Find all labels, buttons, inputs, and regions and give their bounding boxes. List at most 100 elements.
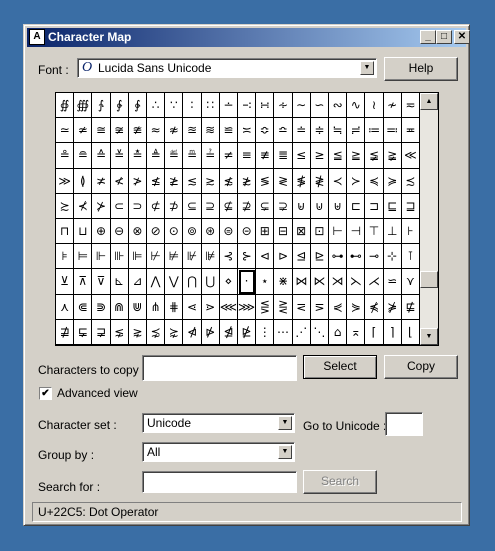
character-cell[interactable]: ⊻ <box>56 269 75 295</box>
character-cell[interactable]: ⊏ <box>347 193 366 219</box>
character-cell[interactable]: ≆ <box>110 118 129 144</box>
character-cell[interactable]: ⋛ <box>274 294 293 320</box>
character-cell[interactable]: ≱ <box>165 168 184 194</box>
character-cell[interactable]: ⋐ <box>74 294 93 320</box>
character-cell[interactable]: ⋝ <box>310 294 329 320</box>
character-cell[interactable]: ⋘ <box>219 294 238 320</box>
chevron-down-icon[interactable]: ▼ <box>360 61 374 75</box>
character-cell[interactable]: ≡ <box>238 143 257 169</box>
character-cell[interactable]: ≾ <box>401 168 420 194</box>
character-cell[interactable]: ∴ <box>147 93 166 119</box>
character-cell[interactable]: ⊽ <box>92 269 111 295</box>
character-cell[interactable]: ⊧ <box>56 244 75 270</box>
character-cell[interactable]: ≘ <box>74 143 93 169</box>
character-cell[interactable]: ⋋ <box>347 269 366 295</box>
character-cell[interactable]: ∳ <box>128 93 147 119</box>
character-cell[interactable]: ⌈ <box>365 319 384 345</box>
character-cell[interactable]: ≧ <box>347 143 366 169</box>
character-cell[interactable]: ⋫ <box>201 319 220 345</box>
character-cell[interactable]: ⌊ <box>401 319 420 345</box>
character-cell[interactable]: ⊃ <box>128 193 147 219</box>
character-cell[interactable]: ⊓ <box>56 219 75 245</box>
character-cell[interactable]: ≅ <box>92 118 111 144</box>
character-cell[interactable]: ≐ <box>292 118 311 144</box>
character-cell[interactable]: ⌅ <box>347 319 366 345</box>
character-cell[interactable]: ≬ <box>74 168 93 194</box>
character-cell[interactable]: ⊉ <box>238 193 257 219</box>
character-cell[interactable]: ⋜ <box>292 294 311 320</box>
character-cell[interactable]: ⊺ <box>401 244 420 270</box>
character-cell[interactable]: ≼ <box>365 168 384 194</box>
character-cell[interactable]: ⊕ <box>92 219 111 245</box>
character-cell[interactable]: ∼ <box>292 93 311 119</box>
character-cell[interactable]: ∯ <box>56 93 75 119</box>
search-input[interactable] <box>142 471 297 493</box>
character-cell[interactable]: ⊤ <box>365 219 384 245</box>
character-cell[interactable]: ⋥ <box>92 319 111 345</box>
character-cell[interactable]: ⊫ <box>128 244 147 270</box>
character-cell[interactable]: ⊯ <box>201 244 220 270</box>
character-cell[interactable]: ⊰ <box>219 244 238 270</box>
character-cell[interactable]: ⊚ <box>183 219 202 245</box>
character-cell[interactable]: ⋀ <box>147 269 166 295</box>
character-cell[interactable]: ⊌ <box>292 193 311 219</box>
character-cell[interactable]: ⊅ <box>165 193 184 219</box>
character-cell[interactable]: ⋙ <box>238 294 257 320</box>
character-cell[interactable]: ⊂ <box>110 193 129 219</box>
character-cell[interactable]: ≓ <box>347 118 366 144</box>
character-cell[interactable]: ⌂ <box>329 319 348 345</box>
character-cell[interactable]: ≔ <box>365 118 384 144</box>
character-cell[interactable]: ⊀ <box>74 193 93 219</box>
character-cell[interactable]: ⋌ <box>365 269 384 295</box>
group-by-dropdown[interactable]: All ▼ <box>142 442 295 462</box>
character-cell[interactable]: ⋩ <box>165 319 184 345</box>
close-button[interactable]: ✕ <box>454 30 470 44</box>
character-cell[interactable]: ⊔ <box>74 219 93 245</box>
character-cell[interactable]: ⋨ <box>147 319 166 345</box>
character-cell[interactable]: ≁ <box>383 93 402 119</box>
character-cell[interactable]: ≢ <box>256 143 275 169</box>
character-cell[interactable]: ≷ <box>274 168 293 194</box>
character-cell[interactable]: ⋒ <box>110 294 129 320</box>
character-cell[interactable]: ≉ <box>165 118 184 144</box>
character-cell[interactable]: ⊹ <box>383 244 402 270</box>
character-cell[interactable]: ⋱ <box>310 319 329 345</box>
maximize-button[interactable]: □ <box>436 30 452 44</box>
character-cell[interactable]: ≮ <box>110 168 129 194</box>
character-cell[interactable]: ⊩ <box>92 244 111 270</box>
character-cell[interactable]: ≹ <box>310 168 329 194</box>
characters-to-copy-input[interactable] <box>142 355 297 381</box>
character-cell[interactable]: ⊋ <box>274 193 293 219</box>
character-cell[interactable]: ⊬ <box>147 244 166 270</box>
select-button[interactable]: Select <box>303 355 377 379</box>
character-cell[interactable]: ≿ <box>56 193 75 219</box>
character-cell[interactable]: ⊘ <box>147 219 166 245</box>
character-cell[interactable]: ⊈ <box>219 193 238 219</box>
character-cell[interactable]: ⊲ <box>256 244 275 270</box>
character-cell[interactable]: ≣ <box>274 143 293 169</box>
copy-button[interactable]: Copy <box>384 355 458 379</box>
character-cell[interactable]: ≄ <box>74 118 93 144</box>
character-cell[interactable]: ⋎ <box>401 269 420 295</box>
scroll-down-button[interactable]: ▼ <box>420 328 438 345</box>
character-cell[interactable]: ⋞ <box>329 294 348 320</box>
character-cell[interactable]: ⋍ <box>383 269 402 295</box>
character-cell[interactable]: ⊴ <box>292 244 311 270</box>
character-cell[interactable]: ≦ <box>329 143 348 169</box>
character-cell[interactable]: ⋇ <box>274 269 293 295</box>
character-cell[interactable]: ⋡ <box>383 294 402 320</box>
character-cell[interactable]: ⊵ <box>310 244 329 270</box>
character-cell[interactable]: ≳ <box>201 168 220 194</box>
character-cell[interactable]: ⋮ <box>256 319 275 345</box>
character-cell[interactable]: ⊡ <box>310 219 329 245</box>
character-cell[interactable]: ≏ <box>274 118 293 144</box>
character-cell[interactable]: ≰ <box>147 168 166 194</box>
character-cell[interactable]: ≽ <box>383 168 402 194</box>
search-button[interactable]: Search <box>303 470 377 494</box>
character-cell[interactable]: ⌉ <box>383 319 402 345</box>
character-cell[interactable]: ⋯ <box>274 319 293 345</box>
character-cell[interactable]: ∿ <box>347 93 366 119</box>
character-cell[interactable]: ⊿ <box>128 269 147 295</box>
character-cell[interactable]: ≠ <box>219 143 238 169</box>
character-cell[interactable]: ∵ <box>165 93 184 119</box>
